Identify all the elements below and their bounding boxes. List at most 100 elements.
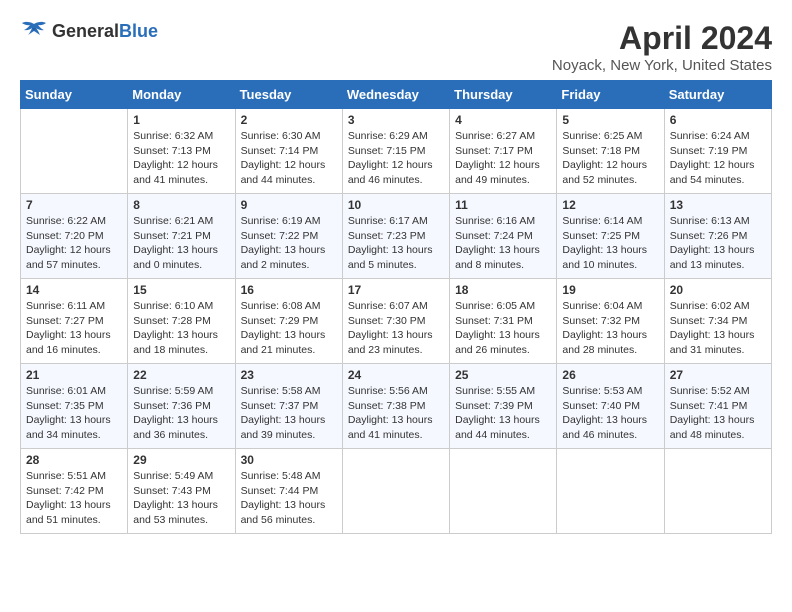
calendar-day-cell: 7 Sunrise: 6:22 AMSunset: 7:20 PMDaylight… (21, 194, 128, 279)
calendar-day-cell: 24 Sunrise: 5:56 AMSunset: 7:38 PMDayligh… (342, 364, 449, 449)
day-number: 21 (26, 368, 122, 382)
day-info: Sunrise: 5:58 AMSunset: 7:37 PMDaylight:… (241, 384, 337, 443)
calendar-day-cell: 5Sunrise: 6:25 AMSunset: 7:18 PMDaylight… (557, 109, 664, 194)
title-area: April 2024 Noyack, New York, United Stat… (552, 20, 772, 74)
day-info: Sunrise: 6:25 AMSunset: 7:18 PMDaylight:… (562, 129, 658, 188)
logo-text: GeneralBlue (52, 21, 158, 42)
page-title: April 2024 (552, 20, 772, 57)
day-number: 29 (133, 453, 229, 467)
day-number: 10 (348, 198, 444, 212)
day-number: 28 (26, 453, 122, 467)
calendar-day-cell: 1Sunrise: 6:32 AMSunset: 7:13 PMDaylight… (128, 109, 235, 194)
calendar-table: SundayMondayTuesdayWednesdayThursdayFrid… (20, 80, 772, 534)
day-number: 11 (455, 198, 551, 212)
day-number: 9 (241, 198, 337, 212)
day-info: Sunrise: 6:21 AMSunset: 7:21 PMDaylight:… (133, 214, 229, 273)
day-of-week-header: Monday (128, 81, 235, 109)
day-info: Sunrise: 6:13 AMSunset: 7:26 PMDaylight:… (670, 214, 766, 273)
calendar-day-cell: 12Sunrise: 6:14 AMSunset: 7:25 PMDayligh… (557, 194, 664, 279)
day-number: 13 (670, 198, 766, 212)
day-info: Sunrise: 5:53 AMSunset: 7:40 PMDaylight:… (562, 384, 658, 443)
day-info: Sunrise: 6:17 AMSunset: 7:23 PMDaylight:… (348, 214, 444, 273)
calendar-header-row: SundayMondayTuesdayWednesdayThursdayFrid… (21, 81, 772, 109)
calendar-day-cell: 4 Sunrise: 6:27 AMSunset: 7:17 PMDaylight… (450, 109, 557, 194)
calendar-day-cell: 26 Sunrise: 5:53 AMSunset: 7:40 PMDayligh… (557, 364, 664, 449)
day-info: Sunrise: 6:30 AMSunset: 7:14 PMDaylight:… (241, 129, 337, 188)
calendar-day-cell: 27Sunrise: 5:52 AMSunset: 7:41 PMDayligh… (664, 364, 771, 449)
day-info: Sunrise: 6:27 AMSunset: 7:17 PMDaylight:… (455, 129, 551, 188)
calendar-week-row: 14 Sunrise: 6:11 AMSunset: 7:27 PMDayligh… (21, 279, 772, 364)
day-info: Sunrise: 5:59 AMSunset: 7:36 PMDaylight:… (133, 384, 229, 443)
calendar-day-cell: 30Sunrise: 5:48 AMSunset: 7:44 PMDayligh… (235, 449, 342, 534)
day-number: 20 (670, 283, 766, 297)
day-info: Sunrise: 6:11 AMSunset: 7:27 PMDaylight:… (26, 299, 122, 358)
day-info: Sunrise: 6:19 AMSunset: 7:22 PMDaylight:… (241, 214, 337, 273)
day-number: 3 (348, 113, 444, 127)
day-number: 14 (26, 283, 122, 297)
calendar-day-cell: 6Sunrise: 6:24 AMSunset: 7:19 PMDaylight… (664, 109, 771, 194)
calendar-day-cell: 14 Sunrise: 6:11 AMSunset: 7:27 PMDayligh… (21, 279, 128, 364)
calendar-day-cell: 9 Sunrise: 6:19 AMSunset: 7:22 PMDaylight… (235, 194, 342, 279)
day-of-week-header: Sunday (21, 81, 128, 109)
day-of-week-header: Tuesday (235, 81, 342, 109)
day-info: Sunrise: 6:14 AMSunset: 7:25 PMDaylight:… (562, 214, 658, 273)
day-number: 30 (241, 453, 337, 467)
day-info: Sunrise: 6:02 AMSunset: 7:34 PMDaylight:… (670, 299, 766, 358)
calendar-day-cell (664, 449, 771, 534)
calendar-day-cell: 10 Sunrise: 6:17 AMSunset: 7:23 PMDayligh… (342, 194, 449, 279)
day-number: 23 (241, 368, 337, 382)
day-number: 6 (670, 113, 766, 127)
day-number: 2 (241, 113, 337, 127)
day-number: 8 (133, 198, 229, 212)
day-of-week-header: Thursday (450, 81, 557, 109)
day-info: Sunrise: 6:32 AMSunset: 7:13 PMDaylight:… (133, 129, 229, 188)
day-number: 4 (455, 113, 551, 127)
day-info: Sunrise: 5:55 AMSunset: 7:39 PMDaylight:… (455, 384, 551, 443)
calendar-day-cell (450, 449, 557, 534)
calendar-day-cell: 22Sunrise: 5:59 AMSunset: 7:36 PMDayligh… (128, 364, 235, 449)
logo-icon (20, 20, 48, 42)
day-info: Sunrise: 5:52 AMSunset: 7:41 PMDaylight:… (670, 384, 766, 443)
day-number: 26 (562, 368, 658, 382)
calendar-day-cell: 28Sunrise: 5:51 AMSunset: 7:42 PMDayligh… (21, 449, 128, 534)
day-info: Sunrise: 6:08 AMSunset: 7:29 PMDaylight:… (241, 299, 337, 358)
calendar-day-cell: 25Sunrise: 5:55 AMSunset: 7:39 PMDayligh… (450, 364, 557, 449)
calendar-day-cell: 8 Sunrise: 6:21 AMSunset: 7:21 PMDaylight… (128, 194, 235, 279)
calendar-day-cell: 18 Sunrise: 6:05 AMSunset: 7:31 PMDayligh… (450, 279, 557, 364)
calendar-day-cell: 3 Sunrise: 6:29 AMSunset: 7:15 PMDaylight… (342, 109, 449, 194)
day-number: 19 (562, 283, 658, 297)
day-info: Sunrise: 6:16 AMSunset: 7:24 PMDaylight:… (455, 214, 551, 273)
day-number: 16 (241, 283, 337, 297)
day-number: 7 (26, 198, 122, 212)
header: GeneralBlue April 2024 Noyack, New York,… (20, 20, 772, 74)
calendar-day-cell: 11 Sunrise: 6:16 AMSunset: 7:24 PMDayligh… (450, 194, 557, 279)
day-of-week-header: Wednesday (342, 81, 449, 109)
day-info: Sunrise: 5:56 AMSunset: 7:38 PMDaylight:… (348, 384, 444, 443)
calendar-week-row: 7 Sunrise: 6:22 AMSunset: 7:20 PMDaylight… (21, 194, 772, 279)
calendar-week-row: 21 Sunrise: 6:01 AMSunset: 7:35 PMDayligh… (21, 364, 772, 449)
day-info: Sunrise: 6:22 AMSunset: 7:20 PMDaylight:… (26, 214, 122, 273)
day-number: 15 (133, 283, 229, 297)
calendar-day-cell: 19Sunrise: 6:04 AMSunset: 7:32 PMDayligh… (557, 279, 664, 364)
calendar-day-cell (342, 449, 449, 534)
calendar-day-cell: 13 Sunrise: 6:13 AMSunset: 7:26 PMDayligh… (664, 194, 771, 279)
calendar-day-cell: 2 Sunrise: 6:30 AMSunset: 7:14 PMDaylight… (235, 109, 342, 194)
calendar-day-cell: 17Sunrise: 6:07 AMSunset: 7:30 PMDayligh… (342, 279, 449, 364)
calendar-day-cell: 16 Sunrise: 6:08 AMSunset: 7:29 PMDayligh… (235, 279, 342, 364)
day-info: Sunrise: 6:29 AMSunset: 7:15 PMDaylight:… (348, 129, 444, 188)
calendar-day-cell (21, 109, 128, 194)
calendar-day-cell (557, 449, 664, 534)
day-number: 24 (348, 368, 444, 382)
calendar-day-cell: 20 Sunrise: 6:02 AMSunset: 7:34 PMDayligh… (664, 279, 771, 364)
day-info: Sunrise: 6:01 AMSunset: 7:35 PMDaylight:… (26, 384, 122, 443)
day-info: Sunrise: 5:49 AMSunset: 7:43 PMDaylight:… (133, 469, 229, 528)
calendar-day-cell: 15 Sunrise: 6:10 AMSunset: 7:28 PMDayligh… (128, 279, 235, 364)
day-number: 18 (455, 283, 551, 297)
day-info: Sunrise: 6:05 AMSunset: 7:31 PMDaylight:… (455, 299, 551, 358)
page-subtitle: Noyack, New York, United States (552, 57, 772, 74)
calendar-week-row: 28Sunrise: 5:51 AMSunset: 7:42 PMDayligh… (21, 449, 772, 534)
day-of-week-header: Friday (557, 81, 664, 109)
day-info: Sunrise: 6:10 AMSunset: 7:28 PMDaylight:… (133, 299, 229, 358)
calendar-day-cell: 29 Sunrise: 5:49 AMSunset: 7:43 PMDayligh… (128, 449, 235, 534)
logo: GeneralBlue (20, 20, 158, 42)
